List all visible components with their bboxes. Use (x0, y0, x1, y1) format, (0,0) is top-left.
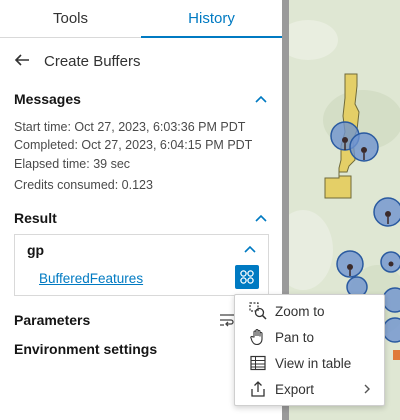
elapsed-time-text: Elapsed time: 39 sec (14, 157, 131, 171)
menu-item-label: Pan to (275, 329, 315, 345)
back-arrow-icon[interactable] (14, 52, 30, 70)
zoom-to-icon (249, 302, 267, 320)
tool-header: Create Buffers (14, 52, 140, 70)
completed-time-text: Completed: Oct 27, 2023, 6:04:15 PM PDT (14, 138, 253, 152)
result-options-button[interactable] (235, 265, 259, 289)
menu-item-label: Export (275, 381, 315, 397)
table-icon (249, 354, 267, 372)
point-marker[interactable] (347, 264, 353, 270)
pan-hand-icon (249, 328, 267, 346)
messages-heading: Messages (14, 91, 81, 107)
credits-consumed-text: Credits consumed: 0.123 (14, 178, 153, 192)
start-time-text: Start time: Oct 27, 2023, 6:03:36 PM PDT (14, 120, 246, 134)
menu-item-label: Zoom to (275, 303, 325, 319)
text-wrap-icon[interactable] (219, 312, 235, 328)
tab-history[interactable]: History (141, 0, 282, 38)
point-marker[interactable] (361, 147, 367, 153)
buffer-circle[interactable] (382, 317, 400, 343)
menu-item-view-in-table[interactable]: View in table (235, 350, 384, 376)
chevron-right-icon (363, 381, 371, 397)
buffer-circle[interactable] (382, 287, 400, 313)
panel-tabs: Tools History (0, 0, 282, 38)
result-context-menu: Zoom to Pan to View in table Export (234, 294, 385, 406)
menu-item-zoom-to[interactable]: Zoom to (235, 298, 384, 324)
tool-title: Create Buffers (44, 52, 141, 70)
tab-tools[interactable]: Tools (0, 0, 141, 37)
four-circles-icon (240, 270, 254, 284)
group-collapse-chevron-up-icon[interactable] (243, 242, 257, 256)
menu-item-export[interactable]: Export (235, 376, 384, 402)
menu-item-pan-to[interactable]: Pan to (235, 324, 384, 350)
result-collapse-chevron-up-icon[interactable] (254, 211, 268, 225)
messages-collapse-chevron-up-icon[interactable] (254, 92, 268, 106)
point-marker[interactable] (388, 261, 394, 267)
parameters-heading[interactable]: Parameters (14, 312, 90, 328)
result-group-box: gp BufferedFeatures (14, 234, 269, 296)
point-marker[interactable] (342, 137, 348, 143)
result-heading: Result (14, 210, 57, 226)
result-group-label: gp (27, 242, 45, 258)
environment-settings-heading[interactable]: Environment settings (14, 341, 157, 357)
buffered-features-link[interactable]: BufferedFeatures (39, 271, 143, 286)
export-icon (249, 380, 267, 398)
menu-item-label: View in table (275, 355, 352, 371)
point-marker[interactable] (385, 211, 391, 217)
